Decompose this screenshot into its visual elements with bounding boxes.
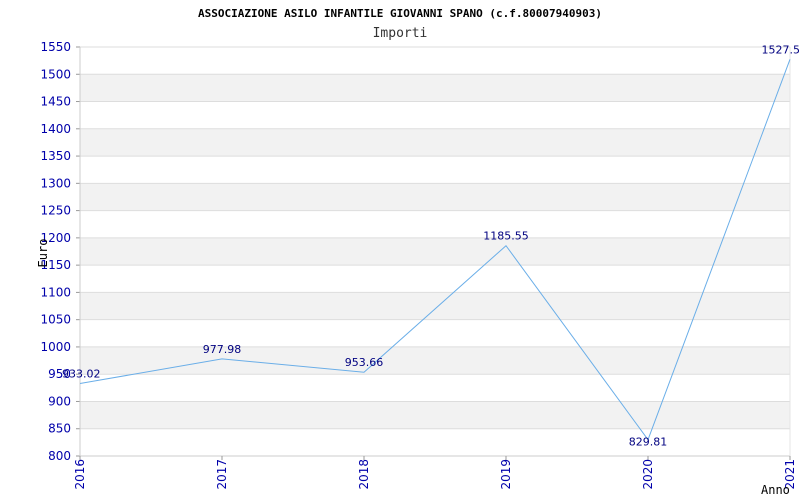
x-axis-label: Anno (761, 483, 790, 497)
y-tick-label: 850 (48, 422, 71, 436)
x-tick-label: 2016 (73, 459, 87, 490)
y-tick-label: 1300 (40, 176, 71, 190)
y-tick-label: 1400 (40, 122, 71, 136)
y-tick-label: 1500 (40, 67, 71, 81)
y-tick-label: 1050 (40, 313, 71, 327)
grid-band (80, 346, 790, 375)
data-label: 933.02 (62, 367, 101, 380)
grid-bands (80, 74, 790, 429)
x-tick-label: 2018 (357, 459, 371, 490)
x-tick-labels: 2016 2017 2018 2019 2020 2021 (73, 459, 797, 490)
y-tick-label: 1550 (40, 40, 71, 54)
y-tick-label: 1350 (40, 149, 71, 163)
x-tick-label: 2019 (499, 459, 513, 490)
chart-title: ASSOCIAZIONE ASILO INFANTILE GIOVANNI SP… (198, 7, 602, 20)
y-axis-label: Euro (36, 239, 50, 268)
y-tick-label: 1100 (40, 285, 71, 299)
data-label: 977.98 (203, 343, 242, 356)
y-tick-label: 1450 (40, 95, 71, 109)
chart-subtitle: Importi (373, 26, 428, 41)
y-tick-label: 900 (48, 394, 71, 408)
grid-band (80, 237, 790, 266)
data-label: 829.81 (629, 436, 668, 449)
grid-band (80, 128, 790, 157)
data-label: 1185.55 (483, 230, 529, 243)
y-tick-label: 1250 (40, 204, 71, 218)
x-tick-label: 2017 (215, 459, 229, 490)
grid-band (80, 292, 790, 320)
grid-band (80, 183, 790, 211)
data-label: 1527.5 (762, 43, 800, 56)
grid-band (80, 401, 790, 429)
line-chart: ASSOCIAZIONE ASILO INFANTILE GIOVANNI SP… (36, 7, 800, 497)
grid-band (80, 74, 790, 102)
y-tick-label: 1000 (40, 340, 71, 354)
x-tick-label: 2020 (641, 459, 655, 490)
y-tick-label: 800 (48, 449, 71, 463)
data-label: 953.66 (345, 356, 384, 369)
